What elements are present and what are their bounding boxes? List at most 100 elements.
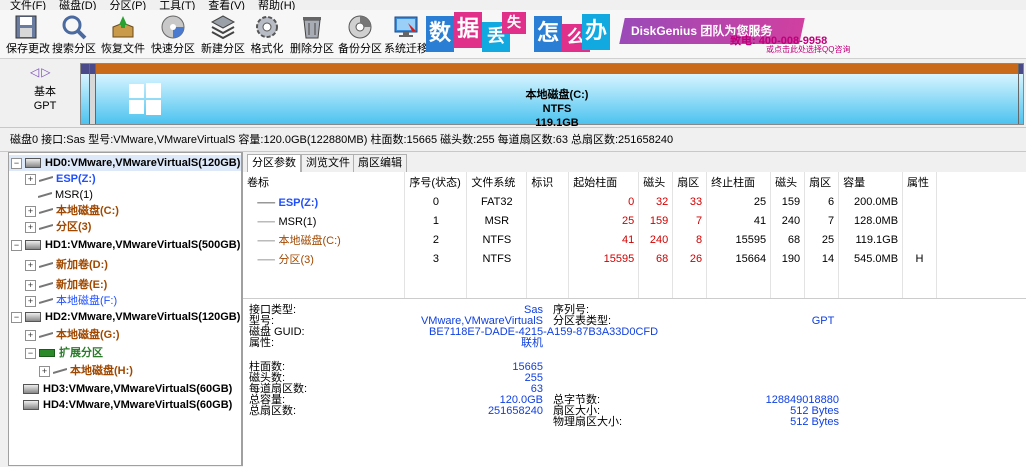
col-seq[interactable]: 序号(状态) bbox=[404, 172, 468, 192]
pt-type-value: GPT bbox=[811, 315, 835, 327]
expand-icon[interactable]: + bbox=[25, 279, 36, 291]
pt-type-label: 分区表类型: bbox=[553, 315, 612, 327]
disk-partition-bar: 本地磁盘(C:) NTFS 119.1GB bbox=[80, 63, 1024, 129]
tree-esp[interactable]: + ESP(Z:) bbox=[9, 171, 96, 187]
banner-qq-link[interactable]: 或点击此处选择QQ咨询 bbox=[766, 44, 850, 55]
expand-icon[interactable]: + bbox=[39, 365, 50, 377]
expand-icon[interactable]: + bbox=[25, 205, 36, 217]
recover-box-icon bbox=[112, 16, 134, 38]
table-row[interactable]: ⸺ 分区(3) 3 NTFS 15595 68 26 15664 190 14 … bbox=[243, 249, 1026, 268]
quick-partition-button[interactable]: 快速分区 bbox=[150, 10, 196, 58]
expand-icon[interactable]: + bbox=[25, 221, 36, 233]
col-start-sector[interactable]: 扇区 bbox=[672, 172, 708, 192]
delete-partition-button[interactable]: 删除分区 bbox=[290, 10, 334, 58]
collapse-icon[interactable]: − bbox=[11, 239, 22, 251]
menu-view[interactable]: 查看(V) bbox=[208, 1, 245, 11]
tab-browse-files[interactable]: 浏览文件 bbox=[301, 154, 355, 172]
tree-f[interactable]: + 本地磁盘(F:) bbox=[9, 293, 117, 309]
pss-value: 512 Bytes bbox=[790, 416, 839, 428]
tree-hd3[interactable]: HD3:VMware,VMwareVirtualS(60GB) bbox=[9, 381, 232, 397]
hard-disk-icon bbox=[23, 384, 39, 395]
col-start-head[interactable]: 磁头 bbox=[638, 172, 674, 192]
menu-partition[interactable]: 分区(P) bbox=[109, 1, 146, 11]
tree-e[interactable]: + 新加卷(E:) bbox=[9, 277, 107, 293]
ts-value: 251658240 bbox=[487, 405, 543, 417]
ad-banner[interactable]: 数 据 丢 失 怎 么 办 DiskGenius 团队为您服务 致电: 400-… bbox=[426, 10, 886, 58]
partition-segment-c[interactable]: 本地磁盘(C:) NTFS 119.1GB bbox=[96, 64, 1019, 129]
tree-msr[interactable]: MSR(1) bbox=[9, 187, 93, 203]
table-header-row: 卷标 序号(状态) 文件系统 标识 起始柱面 磁头 扇区 终止柱面 磁头 扇区 … bbox=[243, 172, 1026, 192]
col-end-cyl[interactable]: 终止柱面 bbox=[706, 172, 772, 192]
partition-segment-esp[interactable] bbox=[81, 64, 90, 124]
col-capacity[interactable]: 容量 bbox=[838, 172, 904, 192]
system-migration-button[interactable]: 系统迁移 bbox=[384, 10, 428, 58]
expand-icon[interactable]: + bbox=[25, 295, 36, 307]
trash-icon bbox=[303, 17, 321, 39]
attr-value: 联机 bbox=[521, 337, 543, 349]
partition-icon bbox=[39, 208, 53, 215]
partition-icon bbox=[39, 282, 53, 289]
ts-label: 总扇区数: bbox=[249, 405, 297, 417]
search-partition-button[interactable]: 搜索分区 bbox=[52, 10, 96, 58]
tree-p3[interactable]: + 分区(3) bbox=[9, 219, 91, 235]
expand-icon[interactable]: + bbox=[25, 329, 36, 341]
save-changes-button[interactable]: 保存更改 bbox=[6, 10, 50, 58]
table-row[interactable]: ⸺ MSR(1) 1 MSR 25 159 7 41 240 7 128.0MB bbox=[243, 211, 1026, 230]
col-end-head[interactable]: 磁头 bbox=[770, 172, 806, 192]
backup-partition-button[interactable]: 备份分区 bbox=[338, 10, 382, 58]
col-attr[interactable]: 属性 bbox=[902, 172, 938, 192]
table-row[interactable]: ⸺ ESP(Z:) 0 FAT32 0 32 33 25 159 6 200.0… bbox=[243, 192, 1026, 211]
banner-tile-1: 数 bbox=[426, 16, 454, 52]
table-row[interactable]: ⸺ 本地磁盘(C:) 2 NTFS 41 240 8 15595 68 25 1… bbox=[243, 230, 1026, 249]
tab-sector-edit[interactable]: 扇区编辑 bbox=[353, 154, 407, 172]
partition-segment-3[interactable] bbox=[1019, 64, 1023, 124]
partition-table: 卷标 序号(状态) 文件系统 标识 起始柱面 磁头 扇区 终止柱面 磁头 扇区 … bbox=[243, 172, 1026, 306]
partition-c-label: 本地磁盘(C:) bbox=[525, 89, 589, 101]
expand-icon[interactable]: + bbox=[25, 173, 36, 185]
col-id[interactable]: 标识 bbox=[526, 172, 570, 192]
recover-files-button[interactable]: 恢复文件 bbox=[100, 10, 146, 58]
hard-disk-icon bbox=[25, 240, 41, 251]
disk-info-panel: 接口类型: Sas 型号: VMware,VMwareVirtualS 磁盘 G… bbox=[243, 298, 1026, 467]
partition-icon bbox=[39, 224, 53, 231]
banner-tile-2: 据 bbox=[454, 12, 482, 48]
col-end-sector[interactable]: 扇区 bbox=[804, 172, 840, 192]
col-label[interactable]: 卷标 bbox=[243, 172, 406, 192]
toolbar: 保存更改 搜索分区 恢复文件 快速分区 新建分区 格式化 删除分区 备份分区 系… bbox=[0, 10, 1026, 59]
menu-file[interactable]: 文件(F) bbox=[10, 1, 46, 11]
menu-disk[interactable]: 磁盘(D) bbox=[59, 1, 96, 11]
col-fs[interactable]: 文件系统 bbox=[466, 172, 528, 192]
hard-disk-icon bbox=[25, 312, 41, 323]
expand-icon[interactable]: + bbox=[25, 259, 36, 271]
banner-tile-5: 怎 bbox=[534, 16, 562, 52]
collapse-icon[interactable]: − bbox=[11, 157, 22, 169]
partition-c-fs: NTFS bbox=[542, 103, 572, 115]
backup-disc-icon bbox=[348, 15, 372, 39]
disk-style-label: GPT bbox=[33, 100, 57, 112]
attr-label: 属性: bbox=[249, 337, 275, 349]
new-partition-button[interactable]: 新建分区 bbox=[200, 10, 246, 58]
disk-icon bbox=[161, 15, 185, 39]
tree-hd0[interactable]: − HD0:VMware,VMwareVirtualS(120GB) bbox=[9, 155, 241, 171]
disk-nav-arrows[interactable]: ◁▷ bbox=[30, 65, 52, 79]
tree-hd1[interactable]: − HD1:VMware,VMwareVirtualS(500GB) bbox=[9, 237, 240, 253]
menu-help[interactable]: 帮助(H) bbox=[258, 1, 295, 11]
format-button[interactable]: 格式化 bbox=[250, 10, 284, 58]
menu-tools[interactable]: 工具(T) bbox=[159, 1, 195, 11]
tree-extended[interactable]: − 扩展分区 bbox=[9, 345, 103, 361]
format-gear-icon bbox=[256, 16, 278, 38]
collapse-icon[interactable]: − bbox=[25, 347, 36, 359]
col-start-cyl[interactable]: 起始柱面 bbox=[568, 172, 640, 192]
tree-c[interactable]: + 本地磁盘(C:) bbox=[9, 203, 119, 219]
tree-d[interactable]: + 新加卷(D:) bbox=[9, 257, 108, 273]
tree-g[interactable]: + 本地磁盘(G:) bbox=[9, 327, 120, 343]
tab-partition-params[interactable]: 分区参数 bbox=[247, 154, 301, 173]
tree-hd4[interactable]: HD4:VMware,VMwareVirtualS(60GB) bbox=[9, 397, 232, 413]
collapse-icon[interactable]: − bbox=[11, 311, 22, 323]
guid-value: BE7118E7-DADE-4215-A159-87B3A33D0CFD bbox=[429, 326, 659, 338]
banner-tile-7: 办 bbox=[582, 14, 610, 50]
tree-h[interactable]: + 本地磁盘(H:) bbox=[9, 363, 133, 379]
partition-icon bbox=[39, 262, 53, 269]
tree-hd2[interactable]: − HD2:VMware,VMwareVirtualS(120GB) bbox=[9, 309, 240, 325]
disk-tree: − HD0:VMware,VMwareVirtualS(120GB) + ESP(Z… bbox=[8, 152, 242, 466]
